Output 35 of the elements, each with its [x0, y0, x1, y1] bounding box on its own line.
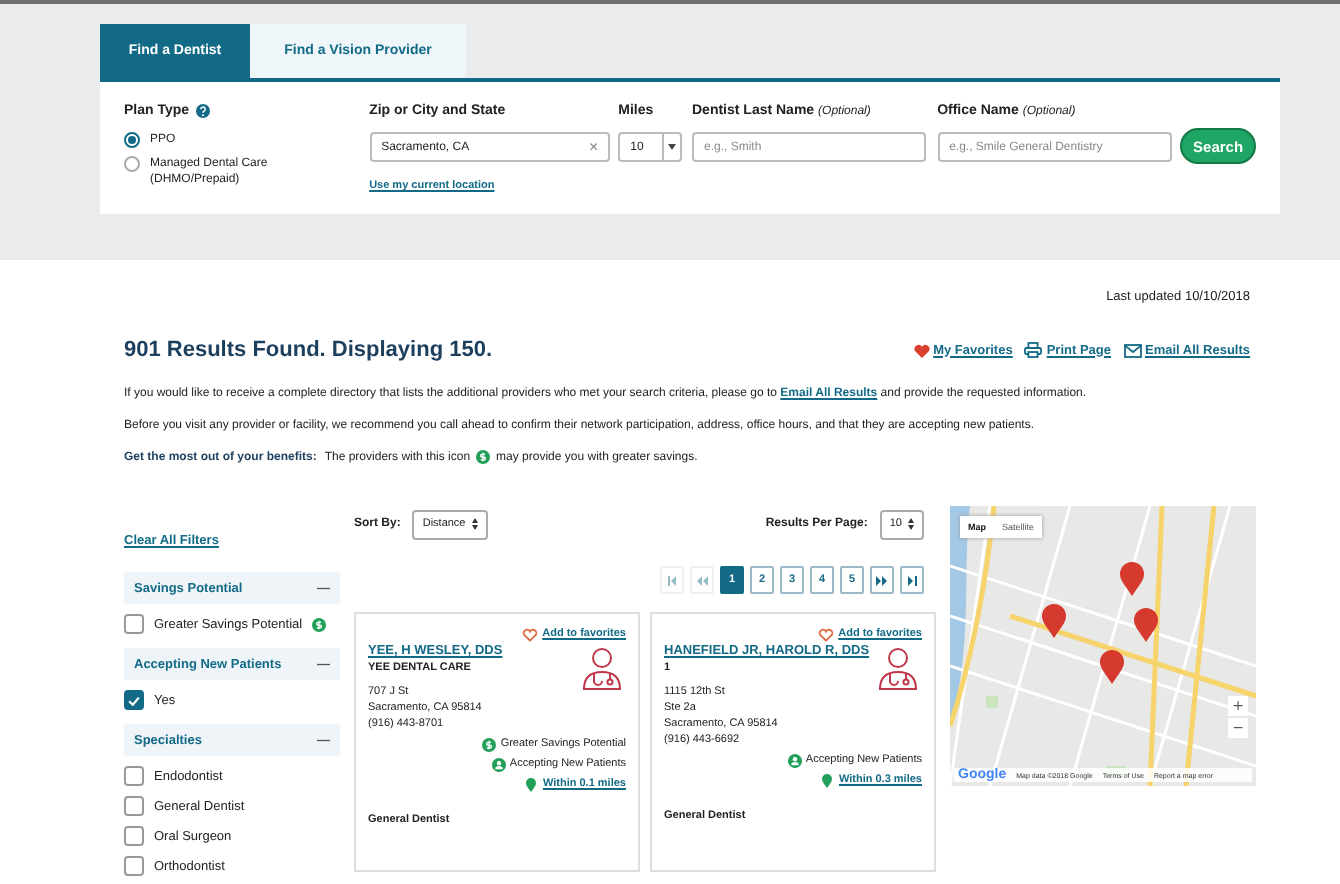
doctor-icon	[878, 646, 918, 691]
savings-icon	[476, 450, 491, 464]
heart-icon	[522, 627, 539, 642]
heart-icon	[913, 343, 930, 357]
checkbox[interactable]	[124, 766, 144, 787]
doctor-icon	[582, 646, 622, 691]
page-nav-button[interactable]	[900, 566, 924, 595]
first-page-icon	[667, 575, 677, 586]
results-heading: 901 Results Found. Displaying 150.	[124, 338, 492, 362]
caret-icon	[668, 144, 677, 150]
printer-icon	[1024, 342, 1043, 358]
savings-icon	[482, 737, 497, 752]
checkbox[interactable]	[124, 796, 144, 817]
next-page-icon	[876, 575, 888, 586]
savings-icon	[312, 617, 327, 632]
checkbox[interactable]	[124, 690, 144, 711]
person-icon	[491, 757, 506, 772]
person-icon	[787, 753, 802, 768]
clear-icon[interactable]: ×	[588, 138, 599, 156]
location-pin-icon	[526, 777, 537, 792]
checkbox[interactable]	[124, 856, 144, 877]
checkbox[interactable]	[124, 826, 144, 847]
checkbox[interactable]	[124, 614, 144, 635]
radio-button[interactable]	[124, 132, 140, 148]
envelope-icon	[1123, 343, 1141, 357]
radio-button[interactable]	[124, 156, 140, 172]
previous-page-icon	[696, 575, 708, 586]
checkmark-icon	[128, 695, 140, 706]
last-page-icon	[907, 575, 917, 586]
help-icon	[195, 104, 210, 118]
sort-arrows-icon	[471, 518, 478, 531]
sort-arrows-icon	[908, 518, 914, 531]
page-nav-button[interactable]	[870, 566, 894, 595]
location-pin-icon	[822, 773, 833, 788]
heart-icon	[818, 627, 835, 642]
